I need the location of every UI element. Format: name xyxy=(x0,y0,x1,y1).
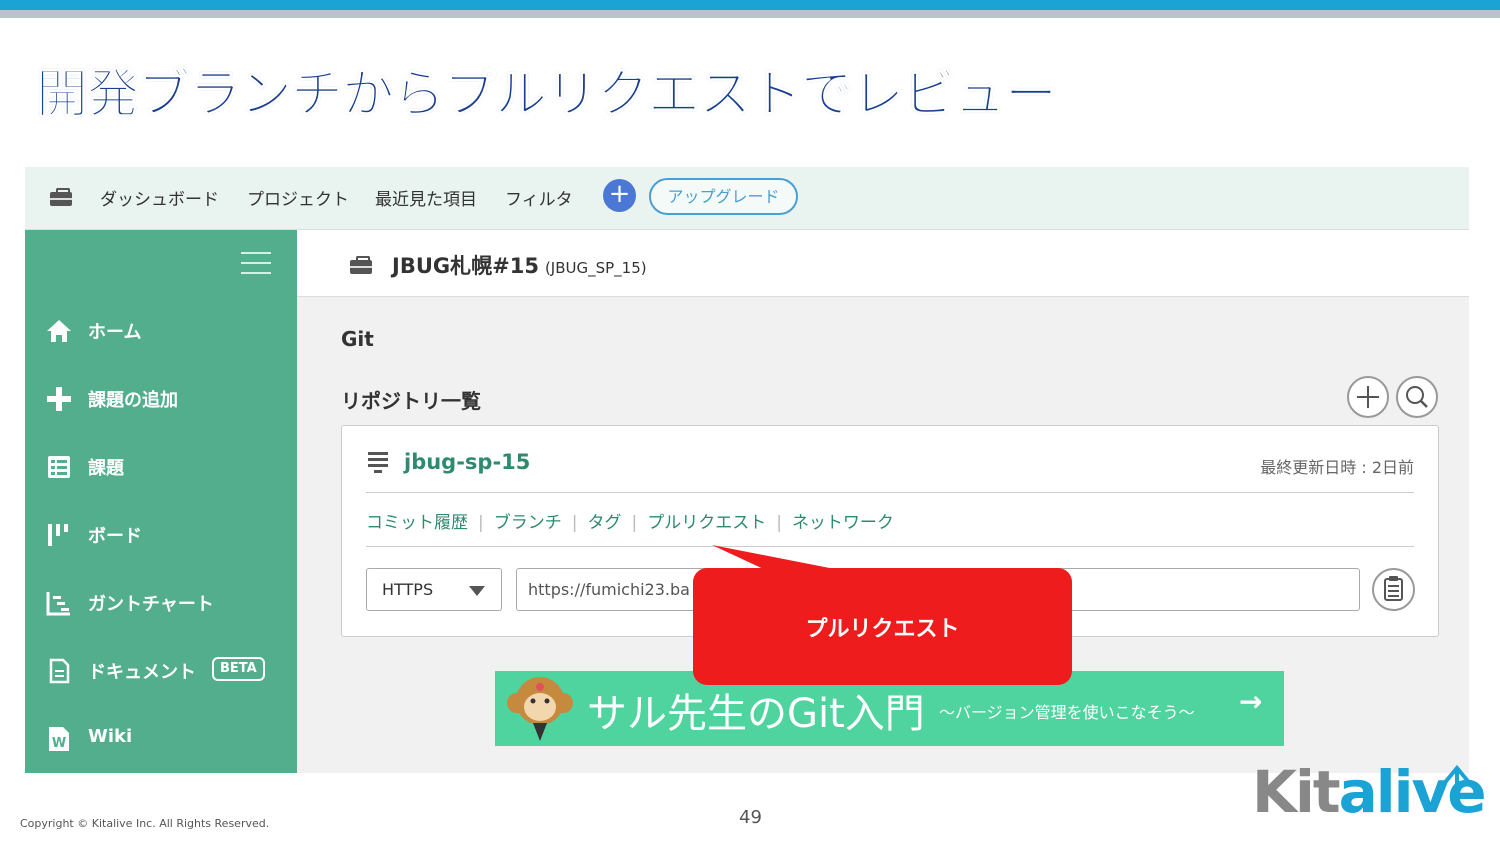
svg-text:W: W xyxy=(52,736,66,751)
gantt-icon xyxy=(46,592,70,616)
slide-title: 開発ブランチからプルリクエストでレビュー xyxy=(35,65,1057,126)
briefcase-icon[interactable] xyxy=(50,188,72,206)
copy-url-button[interactable] xyxy=(1372,568,1415,611)
top-accent-bar-secondary xyxy=(0,10,1500,18)
board-icon xyxy=(48,524,68,546)
wiki-icon: W xyxy=(49,727,69,751)
hamburger-menu-icon[interactable] xyxy=(241,250,271,276)
protocol-value: HTTPS xyxy=(382,580,434,599)
project-header: JBUG札幌#15 (JBUG_SP_15) xyxy=(297,230,1469,297)
sidebar-item-issues[interactable]: 課題 xyxy=(45,450,295,484)
sidebar-item-gantt[interactable]: ガントチャート xyxy=(45,586,295,620)
project-key: (JBUG_SP_15) xyxy=(544,259,647,277)
callout-text: プルリクエスト xyxy=(805,617,960,642)
home-icon xyxy=(47,320,71,342)
pull-request-callout: プルリクエスト xyxy=(693,568,1072,685)
logo-text-part1: Kit xyxy=(1252,758,1341,826)
sidebar-item-label: 課題の追加 xyxy=(88,390,178,411)
protocol-select[interactable]: HTTPS xyxy=(366,568,502,611)
plus-icon xyxy=(47,387,71,411)
beta-badge: BETA xyxy=(212,657,265,681)
git-section-title: Git xyxy=(341,327,374,351)
clipboard-icon xyxy=(1384,576,1403,601)
last-updated: 最終更新日時 : 2日前 xyxy=(1260,458,1414,477)
branches-link[interactable]: ブランチ xyxy=(494,513,562,533)
repository-icon xyxy=(368,452,388,476)
repository-links: コミット履歴 | ブランチ | タグ | プルリクエスト | ネットワーク xyxy=(366,513,894,533)
global-nav: ダッシュボード プロジェクト 最近見た項目 フィルタ + アップグレード xyxy=(25,167,1469,230)
add-plus-icon[interactable]: + xyxy=(603,179,636,212)
upgrade-button[interactable]: アップグレード xyxy=(649,178,798,215)
nav-recent-items[interactable]: 最近見た項目 xyxy=(375,185,477,210)
pull-requests-link[interactable]: プルリクエスト xyxy=(647,513,766,533)
sidebar-item-wiki[interactable]: W Wiki xyxy=(45,722,295,756)
repository-name-link[interactable]: jbug-sp-15 xyxy=(404,450,530,474)
dropdown-arrow-icon xyxy=(469,586,485,596)
sidebar-item-board[interactable]: ボード xyxy=(45,518,295,552)
network-link[interactable]: ネットワーク xyxy=(792,513,894,533)
add-repository-button[interactable] xyxy=(1347,376,1389,418)
banner-title: サル先生のGit入門 xyxy=(587,691,925,737)
list-icon xyxy=(48,456,70,478)
search-repository-button[interactable] xyxy=(1396,376,1438,418)
commit-history-link[interactable]: コミット履歴 xyxy=(366,513,468,533)
arrow-right-icon: → xyxy=(1239,685,1263,718)
sidebar: ホーム 課題の追加 課題 ボード ガントチャート ドキュメント BETA W W… xyxy=(25,230,297,773)
search-icon xyxy=(1406,386,1428,408)
tags-link[interactable]: タグ xyxy=(587,513,621,533)
sidebar-item-label: Wiki xyxy=(88,726,133,747)
sidebar-item-label: ホーム xyxy=(88,322,142,343)
nav-filters[interactable]: フィルタ xyxy=(505,185,573,210)
project-briefcase-icon xyxy=(350,256,372,274)
sidebar-item-documents[interactable]: ドキュメント BETA xyxy=(45,654,295,688)
document-icon xyxy=(49,658,70,684)
sidebar-item-label: ガントチャート xyxy=(88,594,214,615)
nav-projects[interactable]: プロジェクト xyxy=(247,185,349,210)
page-number: 49 xyxy=(739,807,762,828)
sidebar-item-label: ボード xyxy=(88,526,142,547)
logo-arrow-icon xyxy=(1440,764,1474,788)
nav-dashboard[interactable]: ダッシュボード xyxy=(100,185,219,210)
top-accent-bar xyxy=(0,0,1500,10)
divider xyxy=(366,492,1414,493)
monkey-mascot-icon xyxy=(507,677,573,741)
plus-icon xyxy=(1357,386,1379,408)
divider xyxy=(366,546,1414,547)
sidebar-item-add-issue[interactable]: 課題の追加 xyxy=(45,382,295,416)
project-title[interactable]: JBUG札幌#15 (JBUG_SP_15) xyxy=(392,250,647,280)
copyright-text: Copyright © Kitalive Inc. All Rights Res… xyxy=(20,817,270,830)
project-name: JBUG札幌#15 xyxy=(392,254,539,278)
sidebar-item-home[interactable]: ホーム xyxy=(45,314,295,348)
banner-subtitle: 〜バージョン管理を使いこなそう〜 xyxy=(939,703,1195,722)
sidebar-item-label: ドキュメント xyxy=(88,662,196,683)
repository-list-title: リポジトリ一覧 xyxy=(341,389,481,413)
sidebar-item-label: 課題 xyxy=(88,458,124,479)
